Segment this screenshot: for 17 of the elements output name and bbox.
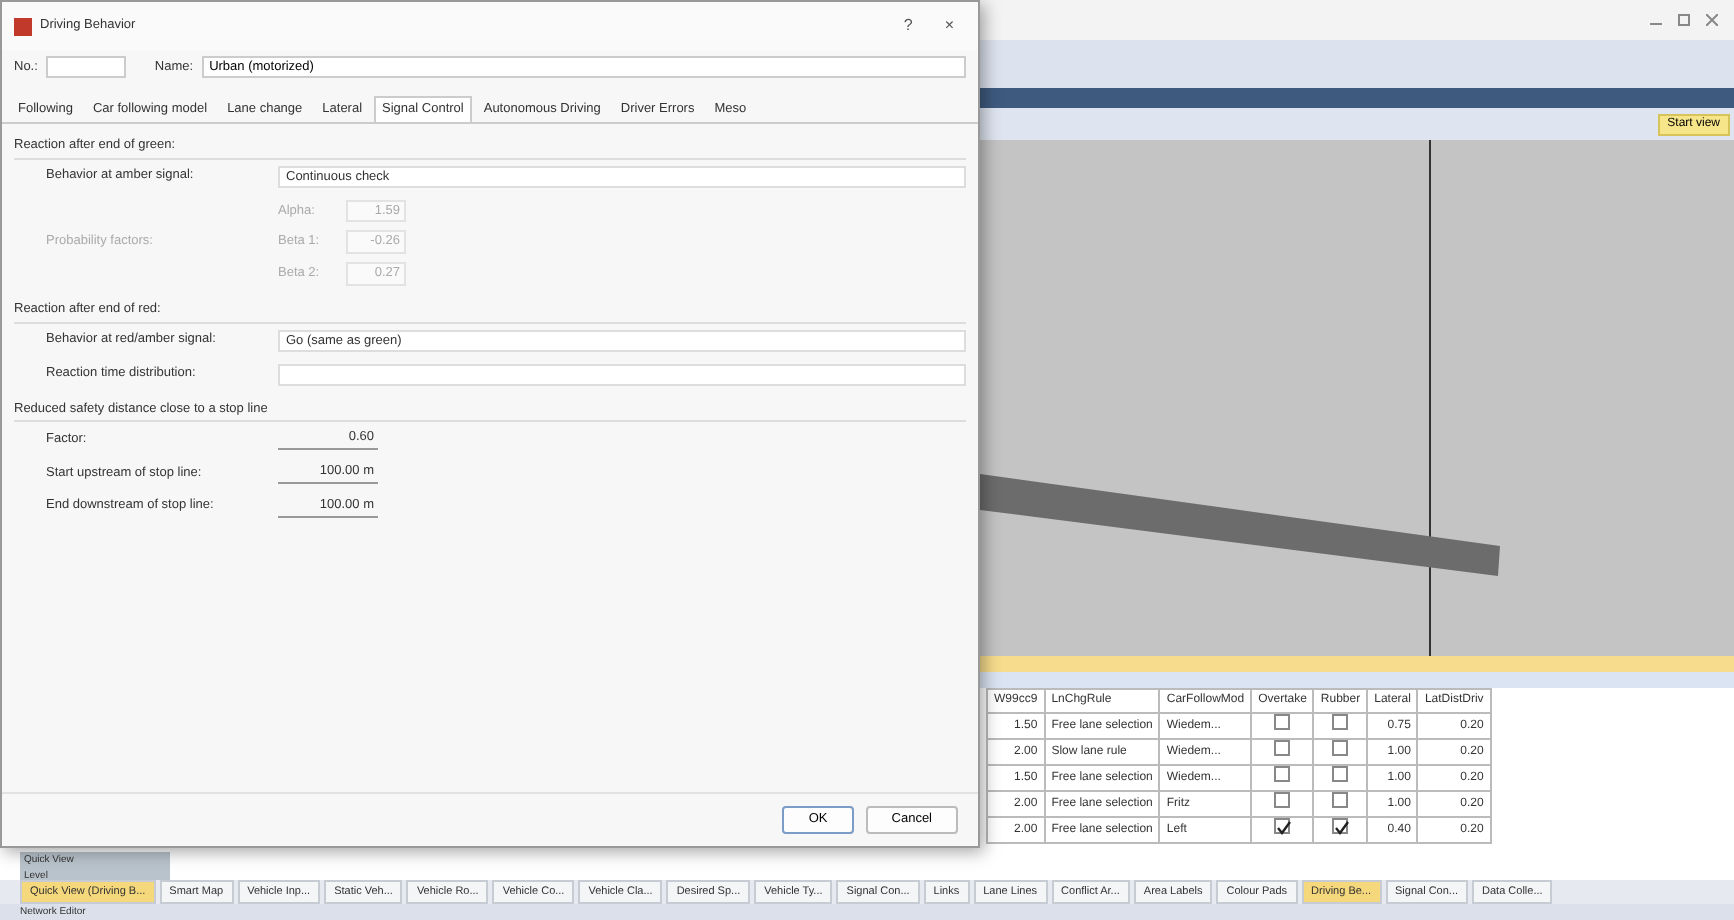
checkbox[interactable]: [1332, 714, 1349, 730]
checkbox[interactable]: [1332, 740, 1349, 756]
number-field[interactable]: [45, 56, 126, 78]
checkbox[interactable]: [1274, 818, 1291, 834]
close-icon[interactable]: [1706, 14, 1718, 26]
close-button[interactable]: ×: [932, 14, 966, 38]
dropdown-field[interactable]: [278, 363, 966, 385]
checkbox[interactable]: [1274, 766, 1291, 782]
checkbox[interactable]: [1274, 740, 1291, 756]
checkbox[interactable]: [1332, 792, 1349, 808]
app-icon: [14, 17, 32, 35]
checkbox[interactable]: [1274, 714, 1291, 730]
checkbox[interactable]: [1332, 818, 1349, 834]
help-button[interactable]: ?: [891, 14, 925, 38]
checkbox[interactable]: [1332, 766, 1349, 782]
checkbox[interactable]: [1274, 792, 1291, 808]
maximize-icon[interactable]: [1678, 14, 1690, 26]
